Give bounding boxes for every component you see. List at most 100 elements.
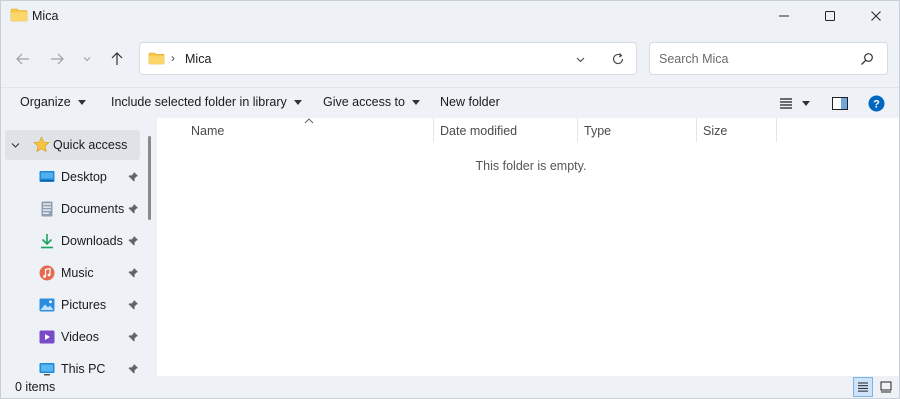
new-folder-button[interactable]: New folder <box>440 95 500 109</box>
folder-icon <box>10 8 28 22</box>
sidebar-item-label: Pictures <box>61 298 107 312</box>
recent-locations-button[interactable] <box>77 47 97 71</box>
file-list-pane[interactable]: Name Date modified Type Size This folder… <box>157 118 899 376</box>
file-explorer-window: Mica › Mica Search Mica Organize Include… <box>0 0 900 399</box>
sidebar-item-label: This PC <box>61 362 106 376</box>
chevron-down-icon <box>83 57 91 62</box>
item-count: 0 items <box>15 380 56 394</box>
title-bar: Mica <box>1 1 899 33</box>
close-icon <box>871 11 881 21</box>
folder-icon <box>148 52 165 65</box>
preview-pane-icon <box>832 96 848 110</box>
sidebar-item-music[interactable]: Music <box>5 258 140 288</box>
desktop-icon <box>39 171 55 182</box>
documents-icon <box>41 201 53 217</box>
pin-icon <box>128 204 138 214</box>
this-pc-icon <box>39 363 55 376</box>
change-view-button[interactable] <box>777 94 795 112</box>
arrow-up-icon <box>111 52 123 65</box>
help-icon: ? <box>868 95 884 111</box>
give-access-menu[interactable]: Give access to <box>323 95 420 109</box>
refresh-icon <box>612 53 624 65</box>
new-folder-label: New folder <box>440 95 500 109</box>
column-header-size[interactable]: Size <box>697 118 776 144</box>
caret-down-icon <box>411 99 420 105</box>
sidebar-item-desktop[interactable]: Desktop <box>5 162 140 192</box>
column-header-label: Size <box>703 124 728 138</box>
close-button[interactable] <box>853 1 899 31</box>
svg-text:?: ? <box>873 98 880 110</box>
chevron-down-icon <box>576 57 584 62</box>
organize-label: Organize <box>20 95 71 109</box>
large-icons-view-button[interactable] <box>876 377 896 397</box>
organize-menu[interactable]: Organize <box>20 95 86 109</box>
pin-icon <box>128 172 138 182</box>
column-header-type[interactable]: Type <box>578 118 696 144</box>
address-history-dropdown[interactable] <box>572 51 588 67</box>
sidebar-item-label: Desktop <box>61 170 107 184</box>
sidebar-item-videos[interactable]: Videos <box>5 322 140 352</box>
navigation-pane: Quick access Desktop Documents Downloads… <box>1 118 157 376</box>
sidebar-item-label: Documents <box>61 202 125 216</box>
sidebar-item-documents[interactable]: Documents <box>5 194 140 224</box>
caret-down-icon <box>77 99 86 105</box>
search-placeholder: Search Mica <box>659 52 729 66</box>
command-bar: Organize Include selected folder in libr… <box>1 87 899 117</box>
preview-pane-button[interactable] <box>831 94 849 112</box>
pin-icon <box>128 332 138 342</box>
details-view-icon <box>780 98 792 109</box>
sidebar-item-label: Downloads <box>61 234 123 248</box>
chevron-down-icon <box>11 143 20 148</box>
download-icon <box>41 234 53 249</box>
quick-access-item[interactable]: Quick access <box>5 130 140 160</box>
search-input[interactable]: Search Mica <box>649 42 888 75</box>
star-icon <box>33 136 50 153</box>
details-view-button[interactable] <box>853 377 873 397</box>
arrow-right-icon <box>51 53 64 65</box>
column-header-name[interactable]: Name <box>185 118 434 144</box>
status-bar: 0 items <box>1 376 899 398</box>
up-button[interactable] <box>105 47 129 71</box>
forward-button[interactable] <box>45 47 69 71</box>
caret-down-icon <box>802 100 810 106</box>
pin-icon <box>128 364 138 374</box>
address-bar[interactable]: › Mica <box>139 42 637 75</box>
details-view-icon <box>858 382 868 392</box>
column-divider[interactable] <box>776 118 777 142</box>
empty-folder-message: This folder is empty. <box>475 159 587 173</box>
music-icon <box>39 265 55 281</box>
back-button[interactable] <box>11 47 35 71</box>
search-icon <box>861 53 873 65</box>
sidebar-item-this-pc[interactable]: This PC <box>5 354 140 376</box>
column-header-date-modified[interactable]: Date modified <box>434 118 577 144</box>
caret-down-icon <box>293 99 302 105</box>
column-header-label: Type <box>584 124 612 138</box>
column-header-label: Name <box>191 124 225 138</box>
pin-icon <box>128 268 138 278</box>
large-icons-view-icon <box>880 381 892 393</box>
videos-icon <box>39 330 55 344</box>
maximize-button[interactable] <box>807 1 853 31</box>
include-in-library-menu[interactable]: Include selected folder in library <box>111 95 302 109</box>
give-access-label: Give access to <box>323 95 405 109</box>
breadcrumb-mica[interactable]: Mica <box>185 52 211 66</box>
quick-access-label: Quick access <box>53 138 128 152</box>
minimize-icon <box>779 15 789 17</box>
include-library-label: Include selected folder in library <box>111 95 287 109</box>
refresh-button[interactable] <box>610 51 626 67</box>
sidebar-item-label: Videos <box>61 330 99 344</box>
sidebar-item-downloads[interactable]: Downloads <box>5 226 140 256</box>
pictures-icon <box>39 298 55 312</box>
maximize-icon <box>825 11 835 21</box>
column-header-label: Date modified <box>440 124 518 138</box>
sidebar-item-label: Music <box>61 266 94 280</box>
help-button[interactable]: ? <box>867 94 885 112</box>
navigation-scrollbar[interactable] <box>148 136 151 220</box>
view-options-dropdown[interactable] <box>799 94 813 112</box>
pin-icon <box>128 300 138 310</box>
pin-icon <box>128 236 138 246</box>
breadcrumb-separator: › <box>171 51 175 65</box>
arrow-left-icon <box>16 53 29 65</box>
minimize-button[interactable] <box>761 1 807 31</box>
sidebar-item-pictures[interactable]: Pictures <box>5 290 140 320</box>
